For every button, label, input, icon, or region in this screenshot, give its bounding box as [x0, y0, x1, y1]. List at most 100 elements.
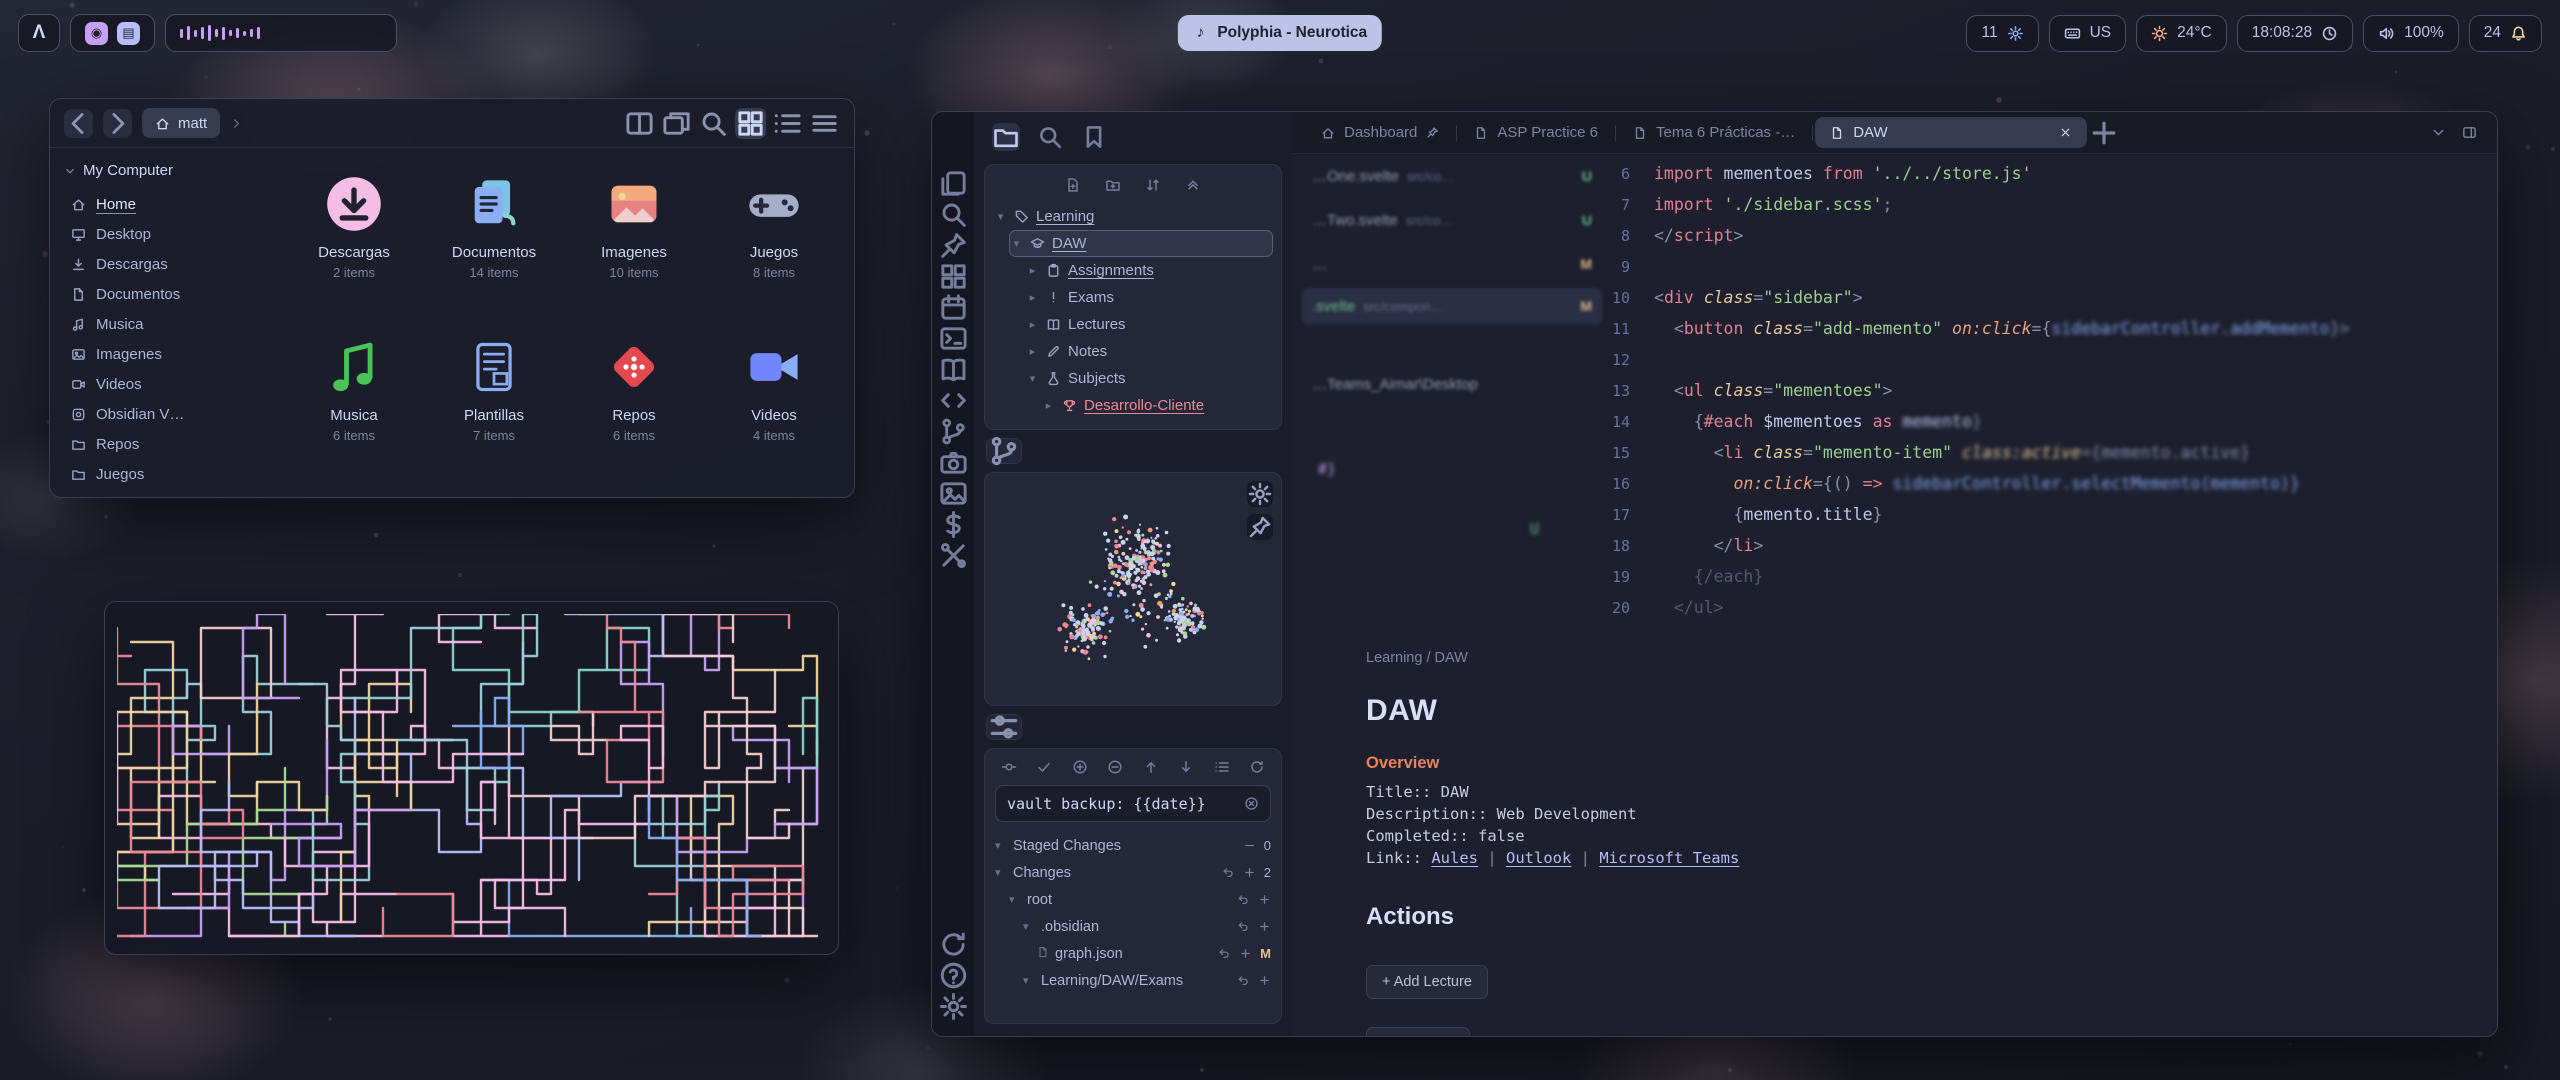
- tab-asp-practice-6[interactable]: ASP Practice 6: [1459, 117, 1613, 148]
- ribbon-calendar-icon[interactable]: [938, 292, 969, 323]
- tab-dashboard[interactable]: Dashboard: [1306, 117, 1454, 148]
- note-link-aules[interactable]: Aules: [1431, 849, 1478, 867]
- clock-pill[interactable]: 18:08:28: [2237, 15, 2353, 52]
- undo-icon[interactable]: [1237, 893, 1250, 906]
- tree-item-exams[interactable]: ▸Exams: [1025, 284, 1273, 311]
- undo-icon[interactable]: [1237, 974, 1250, 987]
- volume-pill[interactable]: 100%: [2363, 15, 2459, 52]
- folder-plantillas[interactable]: Plantillas7 items: [424, 325, 564, 488]
- ribbon-camera-icon[interactable]: [938, 447, 969, 478]
- git-row-learning-daw-exams[interactable]: ▾Learning/DAW/Exams: [995, 967, 1271, 994]
- sidebar-item-juegos[interactable]: Juegos: [64, 459, 260, 489]
- folder-musica[interactable]: Musica6 items: [284, 325, 424, 488]
- plus-icon[interactable]: [1258, 974, 1271, 987]
- sidebar-item-obsidian-v-[interactable]: Obsidian V…: [64, 399, 260, 429]
- note-action-button--add-lecture[interactable]: + Add Lecture: [1366, 965, 1488, 999]
- sidebar-tab-bookmark[interactable]: [1080, 123, 1108, 151]
- back-button[interactable]: [64, 109, 93, 138]
- graph-pin-button[interactable]: [1247, 514, 1273, 540]
- note-link-outlook[interactable]: Outlook: [1506, 849, 1571, 867]
- graph-settings-button[interactable]: [1247, 481, 1273, 507]
- git-commit-button[interactable]: [1001, 759, 1017, 775]
- git-down-button[interactable]: [1178, 759, 1194, 775]
- tabs-view-button[interactable]: [661, 108, 692, 139]
- ribbon-gear-icon[interactable]: [938, 991, 969, 1022]
- plus-icon[interactable]: [1239, 947, 1252, 960]
- minus-icon[interactable]: [1243, 839, 1256, 852]
- commit-message-input[interactable]: vault backup: {{date}}: [995, 785, 1271, 822]
- menu-view-button[interactable]: [809, 108, 840, 139]
- list-view-button[interactable]: [772, 108, 803, 139]
- workspace-widget[interactable]: ◉ ▤: [70, 14, 155, 52]
- search-view-button[interactable]: [698, 108, 729, 139]
- git-check-button[interactable]: [1036, 759, 1052, 775]
- sort-button[interactable]: [1145, 177, 1161, 193]
- graph-view[interactable]: [985, 473, 1281, 705]
- tree-item-notes[interactable]: ▸Notes: [1025, 338, 1273, 365]
- folder-descargas[interactable]: Descargas2 items: [284, 162, 424, 325]
- ribbon-code-icon[interactable]: [938, 385, 969, 416]
- ribbon-branch-icon[interactable]: [938, 416, 969, 447]
- collapse-button[interactable]: [1185, 177, 1201, 193]
- git-row-root[interactable]: ▾root: [995, 886, 1271, 913]
- git-row--obsidian[interactable]: ▾.obsidian: [995, 913, 1271, 940]
- launcher-button[interactable]: Λ: [18, 14, 60, 52]
- clear-icon[interactable]: [1244, 796, 1259, 811]
- undo-icon[interactable]: [1222, 866, 1235, 879]
- tree-item-daw[interactable]: ▾DAW: [1009, 230, 1273, 257]
- git-up-button[interactable]: [1143, 759, 1159, 775]
- git-list-button[interactable]: [1214, 759, 1230, 775]
- plus-icon[interactable]: [1258, 893, 1271, 906]
- folder-repos[interactable]: Repos6 items: [564, 325, 704, 488]
- tree-item-subjects[interactable]: ▾Subjects: [1025, 365, 1273, 392]
- workspace-icon-2[interactable]: ▤: [117, 22, 140, 45]
- ribbon-image-icon[interactable]: [938, 478, 969, 509]
- breadcrumb[interactable]: matt: [142, 108, 220, 138]
- weather-pill[interactable]: 24°C: [2136, 15, 2227, 52]
- git-row-changes[interactable]: ▾Changes2: [995, 859, 1271, 886]
- tab-list-icon[interactable]: [2431, 125, 2446, 140]
- now-playing-pill[interactable]: ♪ Polyphia - Neurotica: [1178, 15, 1382, 51]
- git-minus-circle-button[interactable]: [1107, 759, 1123, 775]
- keyboard-layout-pill[interactable]: US: [2049, 15, 2127, 52]
- ribbon-search-icon[interactable]: [938, 199, 969, 230]
- note-breadcrumb[interactable]: Learning / DAW: [1366, 650, 2427, 666]
- git-refresh-button[interactable]: [1249, 759, 1265, 775]
- sidebar-item-desktop[interactable]: Desktop: [64, 219, 260, 249]
- grid-view-button[interactable]: [735, 108, 766, 139]
- sidebar-item-documentos[interactable]: Documentos: [64, 279, 260, 309]
- ribbon-scissors-icon[interactable]: [938, 540, 969, 571]
- ribbon-help-icon[interactable]: [938, 960, 969, 991]
- sidebar-item-musica[interactable]: Musica: [64, 309, 260, 339]
- sidebar-item-videos[interactable]: Videos: [64, 369, 260, 399]
- tree-item-desarrollo-cliente[interactable]: ▸Desarrollo-Cliente: [1041, 392, 1273, 419]
- ribbon-files-icon[interactable]: [938, 168, 969, 199]
- close-icon[interactable]: [2059, 126, 2072, 139]
- undo-icon[interactable]: [1237, 920, 1250, 933]
- sidebar-item-home[interactable]: Home: [64, 189, 260, 219]
- ribbon-book-icon[interactable]: [938, 354, 969, 385]
- tree-item-lectures[interactable]: ▸Lectures: [1025, 311, 1273, 338]
- note-action-button--add-note[interactable]: + Add Note: [1366, 1027, 1470, 1036]
- newfolder-button[interactable]: [1105, 177, 1121, 193]
- undo-icon[interactable]: [1218, 947, 1231, 960]
- ribbon-grid-icon[interactable]: [938, 261, 969, 292]
- folder-juegos[interactable]: Juegos8 items: [704, 162, 844, 325]
- ribbon-terminal-icon[interactable]: [938, 323, 969, 354]
- folder-videos[interactable]: Videos4 items: [704, 325, 844, 488]
- tab-daw[interactable]: DAW: [1815, 117, 2087, 148]
- sidebar-tab-folder[interactable]: [992, 123, 1020, 151]
- sidebar-item-imagenes[interactable]: Imagenes: [64, 339, 260, 369]
- ribbon-dollar-icon[interactable]: [938, 509, 969, 540]
- sidebar-item-repos[interactable]: Repos: [64, 429, 260, 459]
- git-row-graph-json[interactable]: graph.jsonM: [995, 940, 1271, 967]
- folder-documentos[interactable]: Documentos14 items: [424, 162, 564, 325]
- local-graph-button[interactable]: [986, 438, 1022, 464]
- sidebar-section-title[interactable]: My Computer: [64, 162, 260, 179]
- sidebar-item-descargas[interactable]: Descargas: [64, 249, 260, 279]
- git-row-staged-changes[interactable]: ▾Staged Changes0: [995, 832, 1271, 859]
- git-panel-button[interactable]: [986, 714, 1022, 740]
- tree-item-learning[interactable]: ▾Learning: [993, 203, 1273, 230]
- ribbon-pin-icon[interactable]: [938, 230, 969, 261]
- folder-imagenes[interactable]: Imagenes10 items: [564, 162, 704, 325]
